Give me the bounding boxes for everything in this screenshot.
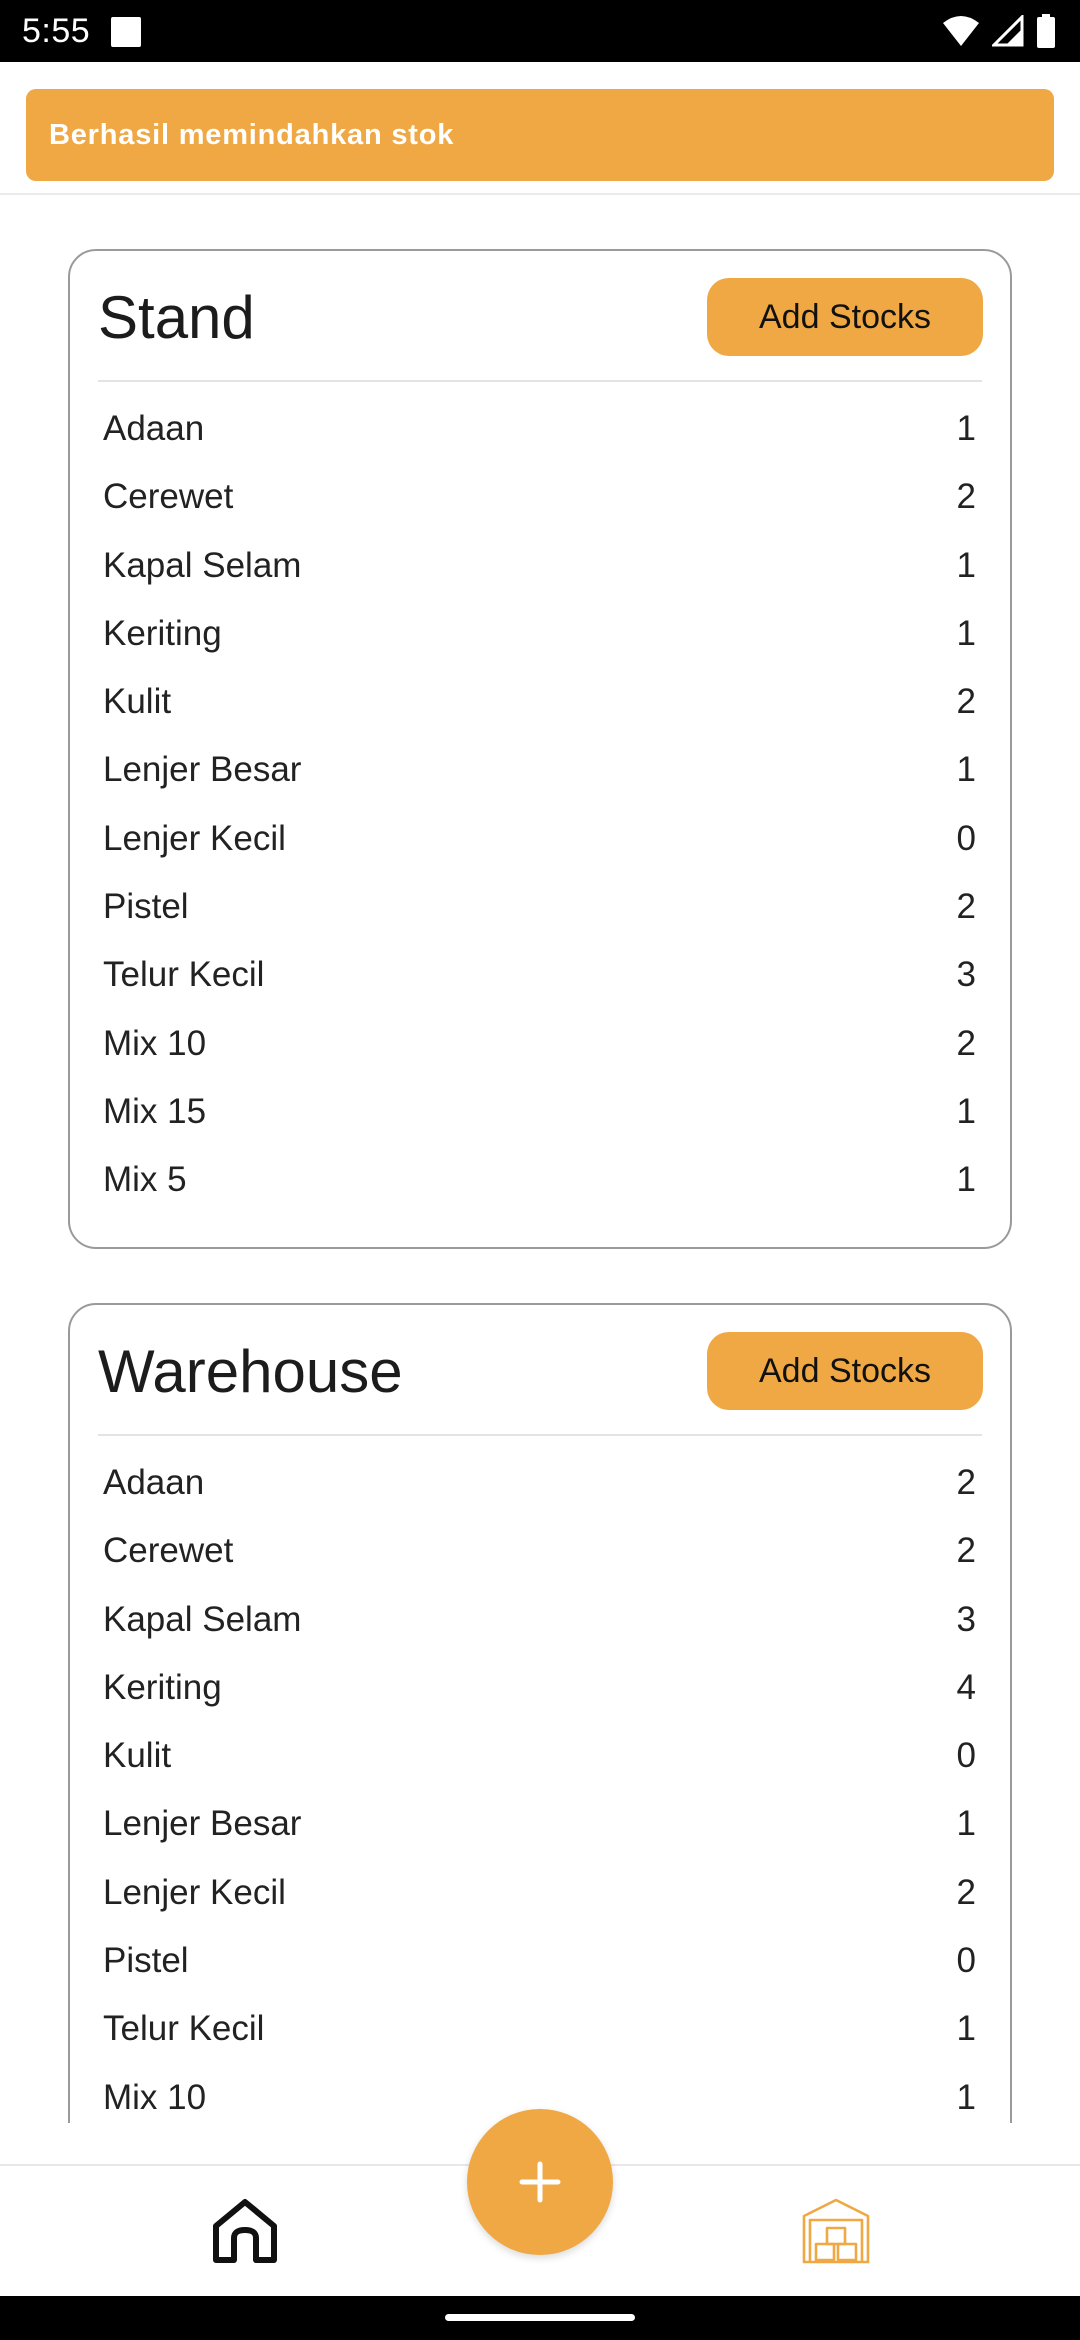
stand-card: Stand Add Stocks Adaan 1 Cerewet 2 Kapal S… — [68, 249, 1012, 1249]
item-name: Keriting — [103, 613, 222, 653]
item-name: Kulit — [103, 682, 172, 722]
item-qty: 2 — [956, 887, 976, 927]
list-item: Mix 15 1 — [103, 1092, 976, 1160]
item-name: Lenjer Besar — [103, 750, 302, 790]
list-item: Keriting 1 — [103, 614, 976, 682]
item-qty: 2 — [956, 1872, 976, 1912]
list-item: Keriting 4 — [103, 1668, 976, 1736]
item-qty: 3 — [956, 1599, 976, 1639]
item-qty: 4 — [956, 1667, 976, 1707]
list-item: Pistel 2 — [103, 887, 976, 955]
item-qty: 0 — [956, 1736, 976, 1776]
item-qty: 3 — [956, 955, 976, 995]
list-item: Mix 5 1 — [103, 1160, 976, 1228]
item-qty: 1 — [956, 409, 976, 448]
list-item: Cerewet 2 — [103, 1531, 976, 1599]
list-item: Pistel 0 — [103, 1941, 976, 2009]
list-item: Lenjer Besar 1 — [103, 1804, 976, 1872]
snackbar-message: Berhasil memindahkan stok — [49, 118, 455, 151]
item-qty: 0 — [956, 1941, 976, 1981]
list-item: Telur Kecil 1 — [103, 2009, 976, 2077]
item-qty: 1 — [956, 1091, 976, 1131]
warehouse-card: Warehouse Add Stocks Adaan 2 Cerewet 2 Kap… — [68, 1303, 1012, 2123]
stand-stock-list: Adaan 1 Cerewet 2 Kapal Selam 1 Keriting 1 K… — [103, 409, 976, 1229]
item-name: Adaan — [103, 409, 205, 448]
list-item: Adaan 2 — [103, 1463, 976, 1531]
item-name: Mix 10 — [103, 2077, 207, 2117]
item-name: Pistel — [103, 887, 189, 927]
gesture-bar — [0, 2296, 1080, 2340]
item-name: Telur Kecil — [103, 2009, 265, 2049]
warehouse-title: Warehouse — [98, 1338, 403, 1405]
status-time: 5:55 — [22, 12, 91, 50]
list-item: Lenjer Kecil 0 — [103, 819, 976, 887]
item-qty: 1 — [956, 1804, 976, 1844]
item-qty: 2 — [956, 682, 976, 722]
warehouse-stock-list: Adaan 2 Cerewet 2 Kapal Selam 3 Keriting 4 K… — [103, 1463, 976, 2123]
list-item: Lenjer Besar 1 — [103, 750, 976, 818]
warehouse-add-stocks-button[interactable]: Add Stocks — [707, 1332, 983, 1410]
list-item: Adaan 1 — [103, 409, 976, 477]
item-name: Kapal Selam — [103, 1599, 302, 1639]
item-name: Cerewet — [103, 477, 234, 517]
signal-icon — [992, 15, 1024, 47]
list-item: Kulit 2 — [103, 682, 976, 750]
stock-list-scroll[interactable]: Stand Add Stocks Adaan 1 Cerewet 2 Kapal S… — [0, 195, 1080, 2123]
status-bar: 5:55 — [0, 0, 1080, 62]
home-icon[interactable] — [210, 2196, 280, 2266]
battery-icon — [1037, 14, 1055, 48]
item-name: Adaan — [103, 1463, 205, 1502]
item-name: Telur Kecil — [103, 955, 265, 995]
stand-add-stocks-button[interactable]: Add Stocks — [707, 278, 983, 356]
item-qty: 2 — [956, 1531, 976, 1571]
stand-divider — [98, 380, 982, 382]
list-item: Kapal Selam 1 — [103, 546, 976, 614]
item-qty: 2 — [956, 1023, 976, 1063]
notification-icon — [111, 17, 141, 47]
item-qty: 1 — [956, 1160, 976, 1200]
item-qty: 2 — [956, 477, 976, 517]
home-gesture-handle[interactable] — [445, 2314, 635, 2321]
item-qty: 1 — [956, 545, 976, 585]
item-qty: 1 — [956, 2009, 976, 2049]
add-fab-button[interactable] — [467, 2109, 613, 2255]
item-name: Mix 5 — [103, 1160, 187, 1200]
item-qty: 0 — [956, 818, 976, 858]
item-name: Mix 10 — [103, 1023, 207, 1063]
item-name: Kapal Selam — [103, 545, 302, 585]
item-name: Lenjer Besar — [103, 1804, 302, 1844]
list-item: Kapal Selam 3 — [103, 1600, 976, 1668]
item-qty: 1 — [956, 613, 976, 653]
list-item: Telur Kecil 3 — [103, 955, 976, 1023]
item-name: Pistel — [103, 1941, 189, 1981]
item-name: Cerewet — [103, 1531, 234, 1571]
item-name: Mix 15 — [103, 1091, 207, 1131]
item-qty: 1 — [956, 2077, 976, 2117]
item-qty: 1 — [956, 750, 976, 790]
system-icons — [942, 12, 1056, 50]
wifi-icon — [943, 16, 979, 46]
list-item: Kulit 0 — [103, 1736, 976, 1804]
warehouse-icon[interactable] — [800, 2196, 872, 2266]
item-name: Kulit — [103, 1736, 172, 1776]
plus-icon — [519, 2161, 561, 2203]
list-item: Mix 10 2 — [103, 1024, 976, 1092]
item-qty: 2 — [956, 1463, 976, 1502]
item-name: Lenjer Kecil — [103, 818, 286, 858]
list-item: Lenjer Kecil 2 — [103, 1873, 976, 1941]
warehouse-divider — [98, 1434, 982, 1436]
item-name: Lenjer Kecil — [103, 1872, 286, 1912]
list-item: Cerewet 2 — [103, 477, 976, 545]
success-snackbar: Berhasil memindahkan stok — [26, 89, 1054, 181]
item-name: Keriting — [103, 1667, 222, 1707]
stand-title: Stand — [98, 284, 255, 351]
